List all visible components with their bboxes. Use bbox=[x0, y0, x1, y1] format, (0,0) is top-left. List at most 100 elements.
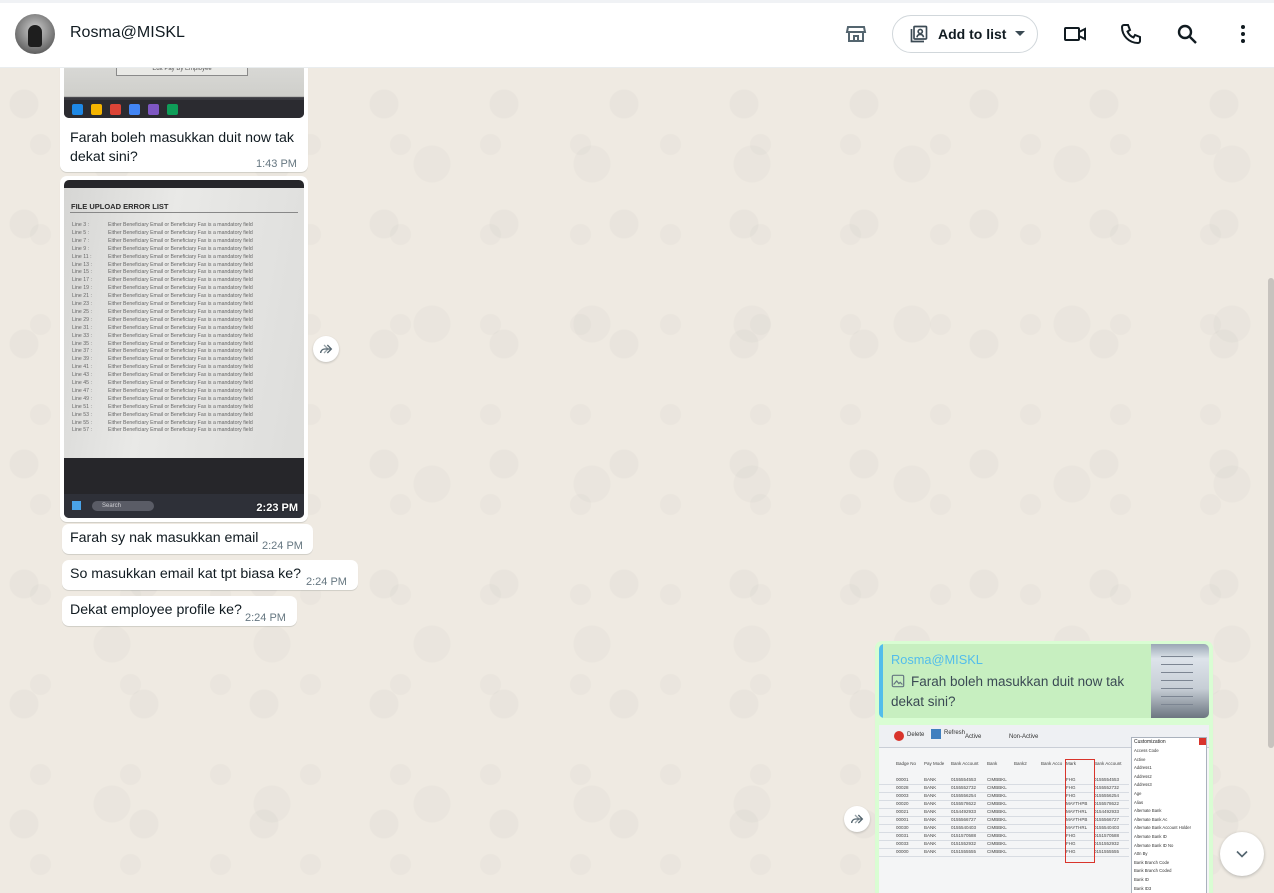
image-table-cell: 0154492933 bbox=[951, 809, 977, 814]
message-time: 2:24 PM bbox=[245, 612, 286, 624]
message-image[interactable]: Edit Pay By Employee bbox=[64, 68, 304, 118]
avatar-figure bbox=[28, 25, 42, 47]
message-bubble-incoming[interactable]: Dekat employee profile ke? 2:24 PM bbox=[62, 596, 297, 626]
image-table-cell: 0155552732 bbox=[951, 785, 977, 790]
image-table-cell: CIMBBKL bbox=[987, 801, 1007, 806]
error-row-line: Line 25 : bbox=[72, 308, 92, 315]
error-row-line: Line 11 : bbox=[72, 253, 92, 260]
error-row-message: Either Beneficiary Email or Beneficiary … bbox=[108, 261, 253, 268]
error-row: Line 3 : Either Beneficiary Email or Bene… bbox=[72, 222, 253, 228]
message-text: Farah sy nak masukkan email bbox=[70, 530, 259, 546]
image-table-cell: 0155552732 bbox=[1094, 785, 1120, 790]
error-row-message: Either Beneficiary Email or Beneficiary … bbox=[108, 380, 253, 386]
chevron-down-icon[interactable] bbox=[1015, 31, 1025, 36]
message-image[interactable]: Delete Refresh Active Non-Active Badge N… bbox=[879, 725, 1209, 893]
message-image[interactable]: FILE UPLOAD ERROR LIST Line 3 : Either Be… bbox=[64, 180, 304, 518]
message-time: 2:24 PM bbox=[262, 540, 303, 552]
contact-name[interactable]: Rosma@MISKL bbox=[70, 24, 185, 42]
quoted-message[interactable]: Rosma@MISKL Farah boleh masukkan duit no… bbox=[879, 644, 1209, 718]
error-row: Line 21 : Either Beneficiary Email or Ben… bbox=[72, 293, 253, 299]
image-panel-item: Access Code bbox=[1134, 748, 1159, 753]
image-table-cell: 0155540403 bbox=[951, 825, 977, 830]
error-row: Line 47 : Either Beneficiary Email or Ben… bbox=[72, 388, 253, 394]
image-table-cell: BANK bbox=[924, 833, 937, 838]
image-table-cell: 00030 bbox=[896, 825, 909, 830]
error-row-message: Either Beneficiary Email or Beneficiary … bbox=[108, 293, 253, 300]
error-row-line: Line 29 : bbox=[72, 316, 92, 323]
error-row-message: Either Beneficiary Email or Beneficiary … bbox=[108, 277, 253, 284]
video-call-icon[interactable] bbox=[1063, 22, 1087, 46]
image-table-cell: 00021 bbox=[896, 809, 909, 814]
error-row-message: Either Beneficiary Email or Beneficiary … bbox=[108, 427, 253, 434]
voice-call-icon[interactable] bbox=[1119, 22, 1143, 46]
error-row-line: Line 53 : bbox=[72, 411, 92, 418]
image-table-cell: 00031 bbox=[896, 833, 909, 838]
error-row: Line 31 : Either Beneficiary Email or Ben… bbox=[72, 325, 253, 331]
image-table-cell: CIMBBKL bbox=[987, 817, 1007, 822]
error-row-line: Line 23 : bbox=[72, 301, 92, 307]
error-row-line: Line 35 : bbox=[72, 340, 92, 347]
error-row-line: Line 55 : bbox=[72, 419, 92, 426]
image-paper: FILE UPLOAD ERROR LIST Line 3 : Either Be… bbox=[64, 188, 304, 458]
window-top-edge bbox=[0, 0, 1274, 3]
image-panel-item: Alternate Bank ID No bbox=[1134, 842, 1174, 848]
error-row-message: Either Beneficiary Email or Beneficiary … bbox=[108, 403, 253, 410]
error-row: Line 15 : Either Beneficiary Email or Ben… bbox=[72, 269, 253, 275]
image-panel-item: Bank ID bbox=[1134, 877, 1149, 882]
error-row: Line 41 : Either Beneficiary Email or Ben… bbox=[72, 364, 253, 370]
image-table-header: Badge No bbox=[896, 761, 917, 766]
refresh-icon bbox=[931, 729, 941, 739]
error-row: Line 53 : Either Beneficiary Email or Ben… bbox=[72, 412, 253, 418]
image-highlight-box bbox=[1065, 759, 1095, 863]
image-table-header: Bank Account bbox=[1094, 761, 1122, 766]
forward-icon[interactable] bbox=[313, 336, 339, 362]
message-bubble-incoming[interactable]: Farah sy nak masukkan email 2:24 PM bbox=[62, 524, 313, 554]
message-bubble-incoming[interactable]: Edit Pay By Employee Farah boleh masukka… bbox=[60, 68, 308, 172]
error-row-message: Either Beneficiary Email or Beneficiary … bbox=[108, 364, 253, 371]
error-row-line: Line 41 : bbox=[72, 364, 92, 371]
error-row-message: Either Beneficiary Email or Beneficiary … bbox=[108, 387, 253, 394]
add-to-list-button[interactable]: Add to list bbox=[892, 15, 1038, 53]
image-table-cell: BANK bbox=[924, 841, 937, 846]
error-row: Line 29 : Either Beneficiary Email or Ben… bbox=[72, 317, 253, 323]
image-table-cell: 0155566727 bbox=[1094, 817, 1120, 822]
image-non-active-label: Non-Active bbox=[1009, 734, 1039, 740]
image-panel-title: Customization bbox=[1134, 739, 1166, 745]
message-text: Dekat employee profile ke? bbox=[70, 602, 242, 618]
forward-icon[interactable] bbox=[844, 806, 870, 832]
message-bubble-incoming[interactable]: FILE UPLOAD ERROR LIST Line 3 : Either Be… bbox=[60, 176, 308, 522]
contact-list-icon bbox=[910, 25, 928, 43]
error-row: Line 25 : Either Beneficiary Email or Ben… bbox=[72, 309, 253, 315]
error-row: Line 55 : Either Beneficiary Email or Ben… bbox=[72, 420, 253, 426]
image-table-cell: 00033 bbox=[896, 841, 909, 846]
search-icon[interactable] bbox=[1175, 22, 1199, 46]
image-table-cell: 0155578622 bbox=[1094, 801, 1120, 806]
chat-scrollbar[interactable] bbox=[1268, 278, 1274, 748]
message-bubble-outgoing[interactable]: Rosma@MISKL Farah boleh masukkan duit no… bbox=[875, 641, 1213, 893]
scroll-to-bottom-button[interactable] bbox=[1220, 832, 1264, 876]
avatar[interactable] bbox=[15, 14, 55, 54]
catalog-icon[interactable] bbox=[844, 22, 868, 46]
image-table-cell: 00020 bbox=[896, 801, 909, 806]
menu-icon[interactable] bbox=[1231, 22, 1255, 46]
error-row: Line 33 : Either Beneficiary Email or Ben… bbox=[72, 333, 253, 339]
error-row: Line 49 : Either Beneficiary Email or Ben… bbox=[72, 396, 253, 402]
image-active-label: Active bbox=[965, 734, 982, 740]
error-row: Line 43 : Either Beneficiary Email or Ben… bbox=[72, 372, 253, 378]
error-row-message: Either Beneficiary Email or Beneficiary … bbox=[108, 253, 253, 260]
image-table-cell: CIMBBKL bbox=[987, 849, 1007, 854]
image-table-cell: 0155556254 bbox=[951, 793, 977, 798]
message-bubble-incoming[interactable]: So masukkan email kat tpt biasa ke? 2:24… bbox=[62, 560, 358, 590]
image-table-cell: 0155556254 bbox=[1094, 793, 1120, 798]
error-row-line: Line 49 : bbox=[72, 395, 92, 402]
image-panel-item: Bank ID3 bbox=[1134, 885, 1152, 891]
image-table-cell: 0151552932 bbox=[951, 841, 977, 846]
chat-header: Rosma@MISKL Add to list bbox=[0, 0, 1274, 68]
image-table-cell: 0155540403 bbox=[1094, 825, 1120, 830]
message-text: So masukkan email kat tpt biasa ke? bbox=[70, 566, 302, 582]
error-row-message: Either Beneficiary Email or Beneficiary … bbox=[108, 324, 253, 331]
error-row: Line 5 : Either Beneficiary Email or Bene… bbox=[72, 230, 253, 236]
image-table-cell: BANK bbox=[924, 785, 937, 790]
error-row-message: Either Beneficiary Email or Beneficiary … bbox=[108, 348, 253, 355]
image-panel-item: Age bbox=[1134, 791, 1142, 796]
